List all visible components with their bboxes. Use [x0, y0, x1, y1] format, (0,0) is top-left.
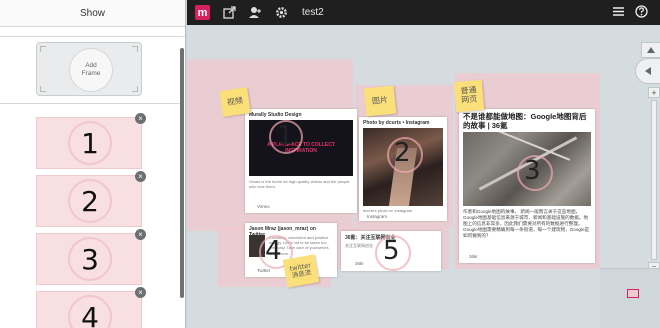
add-frame-label-1: Add — [85, 62, 97, 70]
sticky-note-images[interactable]: 图片 — [363, 85, 397, 117]
add-frame-button[interactable]: Add Frame — [36, 42, 142, 96]
sticky-note-video[interactable]: 视频 — [219, 87, 251, 117]
add-user-icon[interactable] — [248, 6, 262, 20]
corner-mark — [132, 46, 138, 52]
document-title[interactable]: test2 — [302, 7, 324, 18]
app-logo[interactable]: m — [195, 5, 210, 20]
card-title: Murally Studio Design — [249, 112, 302, 118]
remove-frame-icon[interactable]: × — [135, 229, 146, 240]
mural-canvas[interactable]: Murally Studio Design A PLAYSPACE TO COL… — [187, 25, 600, 328]
remove-frame-icon[interactable]: × — [135, 113, 146, 124]
share-icon[interactable] — [222, 6, 236, 20]
navigation-panel: + − — [600, 25, 660, 328]
frame-number: 1 — [68, 121, 112, 165]
zoom-slider[interactable] — [651, 100, 657, 260]
frame-number: 3 — [68, 237, 112, 281]
remove-frame-icon[interactable]: × — [135, 171, 146, 182]
frame-marker-number: 1 — [277, 121, 294, 151]
article-title: 不是谁都能做地图：Google地图背后的故事 | 36氪 — [463, 112, 587, 130]
add-frame-label-2: Frame — [81, 70, 101, 77]
frame-number: 2 — [68, 179, 112, 223]
frame-marker-number: 2 — [394, 138, 411, 168]
corner-mark — [40, 86, 46, 92]
remove-frame-icon[interactable]: × — [135, 287, 146, 298]
frame-marker-number: 5 — [383, 236, 400, 266]
frame-thumbnail-2[interactable]: 2 × — [36, 171, 146, 227]
frame-marker-number: 3 — [524, 156, 541, 186]
panel-divider — [0, 103, 180, 104]
zoom-in-button[interactable]: + — [648, 87, 660, 98]
pan-left-button[interactable] — [635, 58, 660, 84]
add-frame-circle: Add Frame — [69, 48, 113, 92]
menu-icon[interactable] — [612, 5, 625, 23]
frame-thumbnail-4[interactable]: 4 × — [36, 287, 146, 328]
pan-up-button[interactable] — [641, 42, 660, 58]
sticky-note-web[interactable]: 普通 网页 — [453, 79, 485, 113]
vimeo-card[interactable]: Murally Studio Design A PLAYSPACE TO COL… — [245, 109, 357, 213]
sticky-note-twitter[interactable]: twitter 消息流 — [282, 254, 320, 288]
card-source: 36kr — [355, 261, 364, 266]
mini-map[interactable] — [600, 268, 660, 328]
show-button[interactable]: Show — [0, 0, 185, 27]
gear-icon[interactable] — [274, 6, 288, 20]
help-icon[interactable] — [635, 5, 648, 23]
card-title: Photo by dcurts • Instagram — [363, 120, 430, 126]
card-source: Instagram — [367, 214, 388, 219]
frame-number: 4 — [68, 295, 112, 328]
panel-scrollbar[interactable] — [180, 48, 184, 298]
card-source: 36kr — [469, 254, 478, 259]
card-description: Vimeo is the home for high-quality video… — [249, 179, 350, 190]
corner-mark — [40, 46, 46, 52]
frames-panel: Show Add Frame 1 × 2 × 3 × 4 × — [0, 0, 186, 328]
card-source: Vimeo — [257, 204, 270, 209]
mini-map-viewport[interactable] — [627, 289, 639, 298]
frame-thumbnail-3[interactable]: 3 × — [36, 229, 146, 285]
top-toolbar: m test2 — [187, 0, 660, 25]
panel-subheader — [0, 27, 185, 37]
corner-mark — [132, 86, 138, 92]
frame-thumbnail-1[interactable]: 1 × — [36, 113, 146, 169]
frame-marker-number: 4 — [265, 236, 282, 266]
card-source: Twitter — [257, 268, 271, 273]
article-body: 作者和Google地图的故事。 新闻一般而言关于这些地图，Google地图基础信… — [463, 209, 590, 239]
